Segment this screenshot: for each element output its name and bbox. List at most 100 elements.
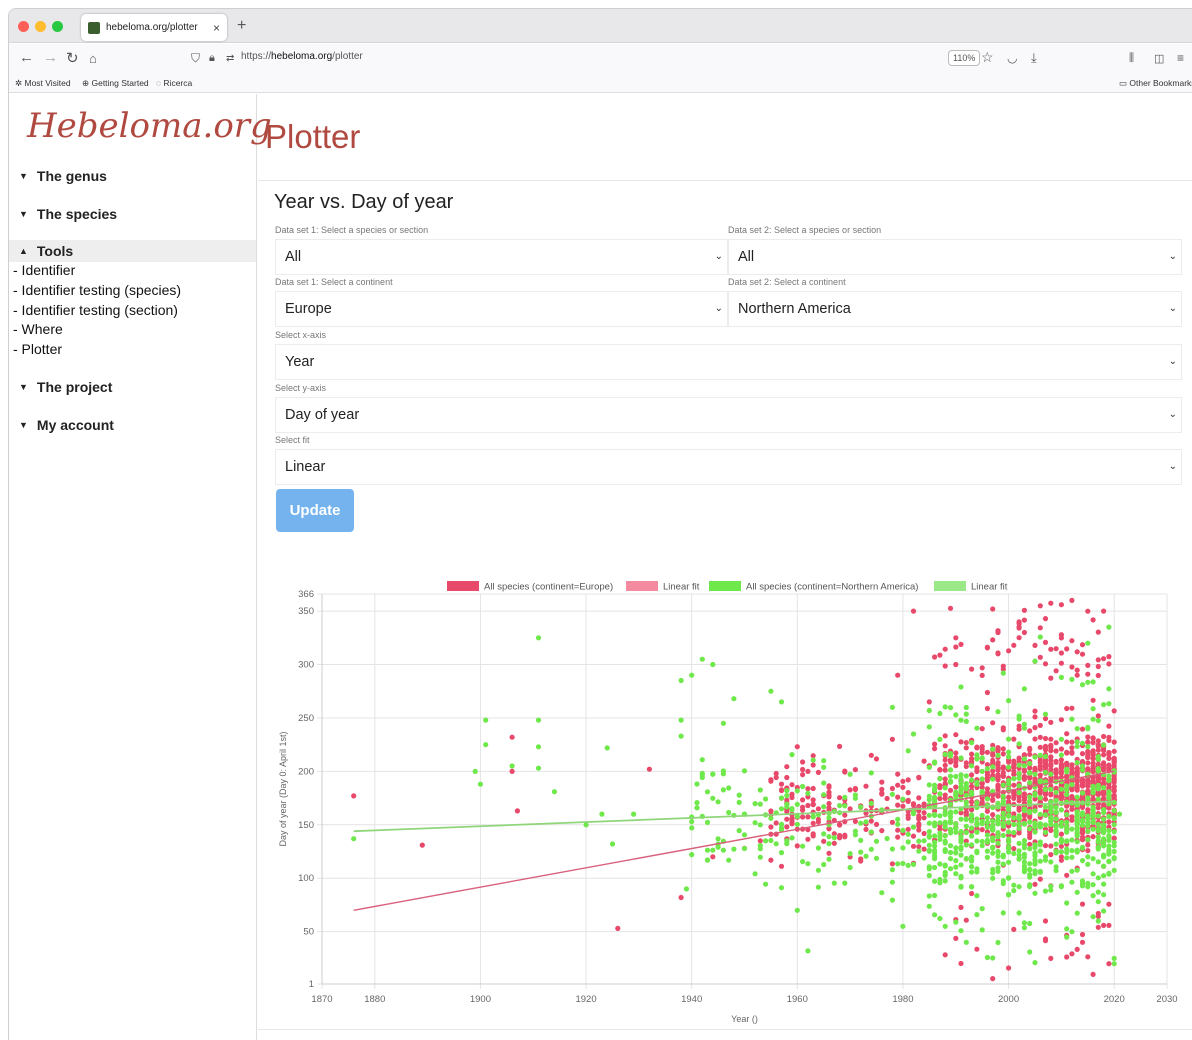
na-point [958, 816, 964, 822]
bookmark-ricerca[interactable]: ◌ Ricerca [156, 78, 192, 88]
sidebar-section-species[interactable]: ▼ The species [9, 203, 256, 225]
na-point [1032, 658, 1038, 664]
na-point [778, 821, 785, 828]
close-tab-icon[interactable]: × [213, 21, 220, 35]
europe-point [1074, 649, 1080, 655]
zoom-level[interactable]: 110% [948, 50, 981, 66]
sidebar-item-identifier-testing-species[interactable]: - Identifier testing (species) [13, 282, 181, 298]
browser-tab[interactable]: hebeloma.org/plotter × [81, 14, 227, 41]
na-point [1106, 686, 1112, 692]
europe-point [826, 789, 832, 795]
na-point [1016, 910, 1022, 916]
site-logo[interactable]: Hebeloma.org [27, 106, 272, 146]
na-point [932, 787, 938, 794]
na-point [1021, 863, 1027, 869]
legend-label: All species (continent=Northern America) [746, 582, 918, 593]
na-point [1016, 716, 1022, 722]
na-point [757, 801, 763, 807]
europe-point [1069, 597, 1075, 603]
europe-point [1085, 734, 1091, 740]
sidebar-item-identifier[interactable]: - Identifier [13, 262, 75, 278]
na-point [1027, 819, 1033, 825]
europe-point [979, 827, 985, 833]
europe-point [900, 784, 906, 790]
na-point [1069, 676, 1075, 683]
sidebar-section-genus[interactable]: ▼ The genus [9, 165, 256, 187]
sidebar-section-project[interactable]: ▼ The project [9, 376, 256, 398]
europe-point [1079, 758, 1086, 765]
sidebar-item-identifier-testing-section[interactable]: - Identifier testing (section) [13, 302, 178, 318]
na-point [963, 816, 969, 822]
na-point [763, 881, 769, 887]
europe-point [984, 689, 991, 696]
na-point [905, 748, 911, 754]
europe-point [1106, 922, 1112, 929]
na-point [1069, 837, 1075, 843]
forward-icon[interactable]: → [43, 49, 58, 66]
library-icon[interactable]: ⫼ [1129, 52, 1134, 65]
europe-point [858, 856, 864, 862]
pocket-icon[interactable]: ◡ [1007, 51, 1017, 65]
na-point [926, 842, 932, 848]
x-tick-label: 1900 [470, 994, 491, 1005]
close-window-button[interactable] [18, 21, 29, 32]
na-point [678, 733, 684, 739]
na-point [778, 795, 785, 801]
na-point [895, 861, 901, 867]
na-point [932, 839, 938, 846]
na-point [921, 838, 927, 844]
sidebar-section-account[interactable]: ▼ My account [9, 414, 256, 436]
europe-point [837, 743, 843, 750]
permissions-icon[interactable]: ⇄ [226, 53, 234, 64]
tab-bar: hebeloma.org/plotter × + [9, 9, 1192, 43]
new-tab-icon[interactable]: + [237, 17, 246, 35]
europe-point [800, 759, 806, 765]
na-point [1079, 844, 1086, 850]
x-tick-label: 1980 [892, 994, 913, 1005]
na-point [1069, 848, 1075, 854]
caret-down-icon: ▼ [19, 209, 28, 219]
lock-icon[interactable]: 🔒︎ [209, 52, 215, 65]
bookmark-star-icon[interactable]: ☆ [981, 49, 994, 66]
sidebar-section-tools[interactable]: ▲ Tools [9, 240, 256, 262]
home-icon[interactable]: ⌂ [89, 51, 97, 66]
back-icon[interactable]: ← [19, 49, 34, 66]
europe-point [1058, 717, 1064, 723]
na-point [1058, 786, 1064, 792]
reload-icon[interactable]: ↻ [66, 49, 79, 67]
na-point [995, 939, 1001, 946]
na-point [752, 801, 758, 807]
na-point [1101, 852, 1107, 858]
url-bar[interactable]: https://hebeloma.org/plotter [241, 51, 363, 62]
na-point [704, 857, 711, 863]
maximize-window-button[interactable] [52, 21, 63, 32]
sidebar-item-where[interactable]: - Where [13, 321, 63, 337]
na-point [1090, 679, 1096, 685]
na-point [763, 796, 769, 802]
europe-point [1069, 806, 1075, 812]
download-icon[interactable]: ⤓ [1031, 50, 1037, 66]
na-point [842, 803, 848, 809]
europe-point [1032, 708, 1038, 714]
sidebar-item-plotter[interactable]: - Plotter [13, 341, 62, 357]
na-point [757, 822, 763, 828]
na-point [942, 878, 948, 884]
minimize-window-button[interactable] [35, 21, 46, 32]
bookmark-getting-started[interactable]: ⊕ Getting Started [82, 78, 149, 89]
na-point [847, 851, 853, 857]
shield-icon[interactable]: ⛉ [191, 51, 200, 66]
bookmark-most-visited[interactable]: ✲ Most Visited [15, 78, 71, 89]
europe-point [1095, 663, 1101, 670]
europe-point [1011, 736, 1017, 742]
na-point [990, 818, 996, 824]
na-point [974, 779, 980, 785]
sidebar-icon[interactable]: ◫ [1154, 52, 1164, 65]
europe-point [1053, 668, 1059, 674]
na-point [1021, 920, 1027, 926]
menu-icon[interactable]: ≡ [1177, 51, 1184, 65]
na-point [900, 860, 906, 867]
europe-point [916, 775, 922, 781]
europe-point [1079, 931, 1086, 938]
europe-point [1000, 725, 1006, 731]
other-bookmarks[interactable]: ▭ Other Bookmarks [1119, 78, 1192, 89]
